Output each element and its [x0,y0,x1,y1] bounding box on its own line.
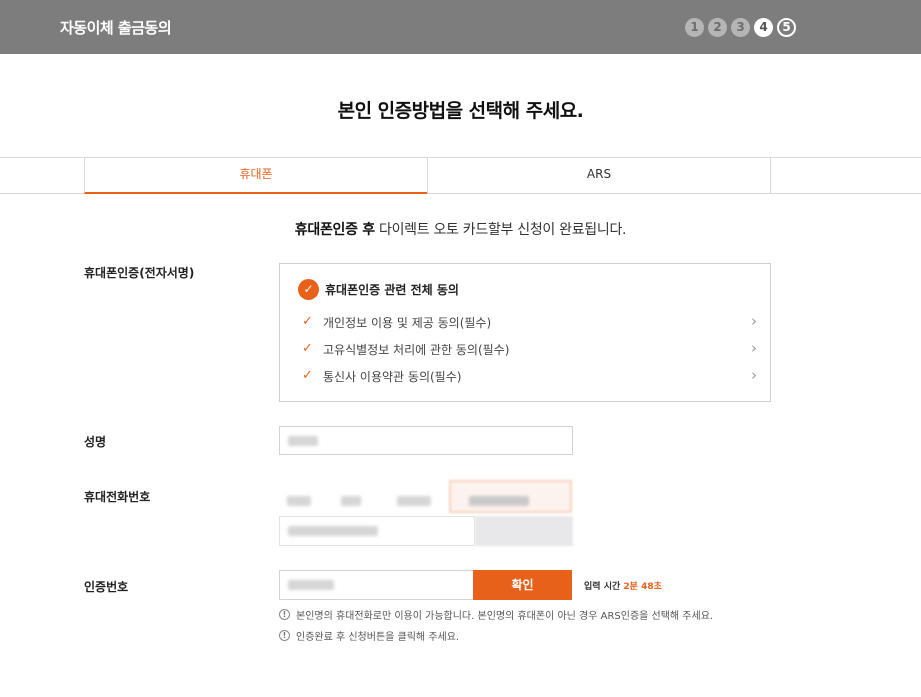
step-3: 3 [731,18,750,37]
redacted-name [288,435,318,446]
redacted-value [397,495,431,506]
info-line: ! 본인명의 휴대전화로만 이용이 가능합니다. 본인명의 휴대폰이 아닌 경우… [279,607,713,622]
auth-method-tabs: 휴대폰 ARS [0,157,921,194]
check-icon: ✓ [302,314,313,329]
resident-number-input[interactable] [279,516,475,546]
notice-text: 휴대폰인증 후 다이렉트 오토 카드할부 신청이 완료됩니다. [0,219,921,239]
top-header: 자동이체 출금동의 1 2 3 4 5 [0,0,921,54]
redacted-value [469,495,529,506]
agree-item-unique-id[interactable]: ✓ 고유식별정보 처리에 관한 동의(필수) › [302,339,757,359]
notice-bold: 휴대폰인증 후 [294,222,375,238]
timer-value: 2분 48초 [623,582,662,592]
agree-item-label: 통신사 이용약관 동의(필수) [323,370,462,384]
redacted-value [287,495,311,506]
redacted-value [288,579,334,590]
confirm-button[interactable]: 확인 [473,570,572,600]
name-label: 성명 [84,435,107,449]
check-icon: ✓ [302,368,313,383]
check-icon: ✓ [302,341,313,356]
chevron-right-icon[interactable]: › [751,339,757,357]
chevron-right-icon[interactable]: › [751,366,757,384]
info-text: 본인명의 휴대전화로만 이용이 가능합니다. 본인명의 휴대폰이 아닌 경우 A… [296,611,714,622]
name-input[interactable] [279,426,573,455]
agree-item-label: 고유식별정보 처리에 관한 동의(필수) [323,343,510,357]
redacted-value [341,495,361,506]
step-5: 5 [777,18,796,37]
info-icon: ! [279,630,290,641]
info-icon: ! [279,609,290,620]
redacted-value [288,525,378,536]
info-text: 인증완료 후 신청버튼을 클릭해 주세요. [296,632,460,643]
agree-all-label: 휴대폰인증 관련 전체 동의 [325,283,459,297]
step-1: 1 [685,18,704,37]
phone-label: 휴대전화번호 [84,490,151,504]
auth-code-label: 인증번호 [84,580,129,594]
timer-label: 입력 시간 [584,582,621,592]
step-2: 2 [708,18,727,37]
header-title: 자동이체 출금동의 [60,19,172,37]
agreement-box: ✓ 휴대폰인증 관련 전체 동의 ✓ 개인정보 이용 및 제공 동의(필수) ›… [279,263,771,402]
phone-number-row [279,480,572,513]
agreement-label: 휴대폰인증(전자서명) [84,266,195,280]
request-code-button[interactable] [475,516,573,546]
step-indicator: 1 2 3 4 5 [685,18,796,37]
notice-rest: 다이렉트 오토 카드할부 신청이 완료됩니다. [374,222,627,238]
agree-item-label: 개인정보 이용 및 제공 동의(필수) [323,316,492,330]
agree-all-checkbox[interactable]: ✓ 휴대폰인증 관련 전체 동의 [298,279,459,300]
info-line: ! 인증완료 후 신청버튼을 클릭해 주세요. [279,628,459,643]
auth-code-input[interactable] [279,570,474,600]
page-heading: 본인 인증방법을 선택해 주세요. [337,100,584,122]
tab-ars[interactable]: ARS [427,157,771,194]
check-circle-icon: ✓ [298,279,319,300]
agree-item-privacy[interactable]: ✓ 개인정보 이용 및 제공 동의(필수) › [302,312,757,332]
timer: 입력 시간 2분 48초 [584,579,662,592]
tab-mobile[interactable]: 휴대폰 [84,157,428,194]
step-4-current: 4 [754,18,773,37]
agree-item-carrier-terms[interactable]: ✓ 통신사 이용약관 동의(필수) › [302,366,757,386]
chevron-right-icon[interactable]: › [751,312,757,330]
